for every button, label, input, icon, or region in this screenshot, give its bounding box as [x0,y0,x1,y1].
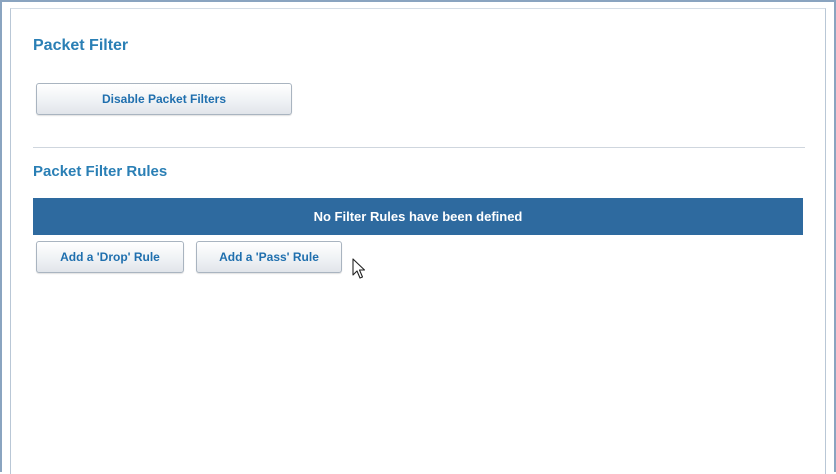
content-frame: Packet Filter Disable Packet Filters Pac… [0,0,836,474]
no-rules-banner: No Filter Rules have been defined [33,198,803,235]
add-pass-rule-button[interactable]: Add a 'Pass' Rule [196,241,342,273]
disable-packet-filters-button[interactable]: Disable Packet Filters [36,83,292,115]
packet-filter-rules-title: Packet Filter Rules [33,163,168,180]
section-divider [33,147,805,148]
mouse-pointer-icon [352,258,366,279]
add-drop-rule-button[interactable]: Add a 'Drop' Rule [36,241,184,273]
packet-filter-title: Packet Filter [33,37,129,54]
